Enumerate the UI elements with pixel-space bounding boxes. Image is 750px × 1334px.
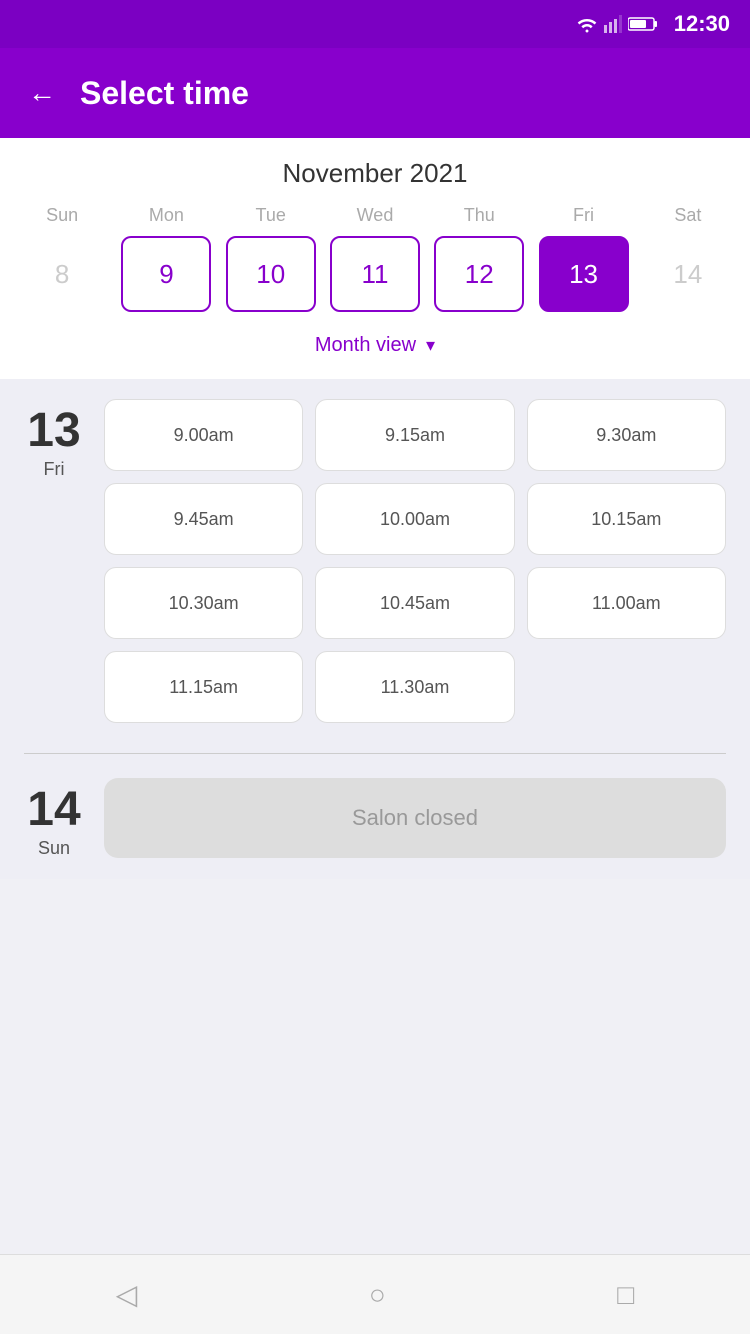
day-header-mon: Mon — [119, 205, 213, 226]
time-slot-1000[interactable]: 10.00am — [315, 483, 514, 555]
day-label-14: 14 Sun — [24, 778, 84, 859]
day-block-13: 13 Fri 9.00am 9.15am 9.30am 9.45am 10.00… — [24, 399, 726, 723]
day-cell-12[interactable]: 12 — [434, 236, 524, 312]
time-grid-13: 9.00am 9.15am 9.30am 9.45am 10.00am 10.1… — [104, 399, 726, 723]
nav-back-button[interactable]: ◁ — [116, 1278, 138, 1311]
day-header-thu: Thu — [432, 205, 526, 226]
day-name-14: Sun — [38, 838, 70, 859]
time-slot-1030[interactable]: 10.30am — [104, 567, 303, 639]
nav-home-button[interactable]: ○ — [369, 1279, 386, 1311]
day-block-14: 14 Sun Salon closed — [24, 778, 726, 859]
day-cell-13[interactable]: 13 — [539, 236, 629, 312]
time-slot-915[interactable]: 9.15am — [315, 399, 514, 471]
status-time: 12:30 — [674, 11, 730, 37]
day-header-wed: Wed — [328, 205, 422, 226]
day-header-sun: Sun — [15, 205, 109, 226]
day-header-tue: Tue — [224, 205, 318, 226]
nav-recent-button[interactable]: □ — [617, 1279, 634, 1311]
signal-icon — [604, 15, 622, 33]
calendar-section: November 2021 Sun Mon Tue Wed Thu Fri Sa… — [0, 138, 750, 379]
day-cell-14[interactable]: 14 — [643, 236, 733, 312]
day-name-13: Fri — [44, 459, 65, 480]
section-divider — [24, 753, 726, 754]
week-row: 8 9 10 11 12 13 14 — [10, 236, 740, 312]
app-header: ← Select time — [0, 48, 750, 138]
day-number-14: 14 — [27, 786, 80, 834]
day-headers-row: Sun Mon Tue Wed Thu Fri Sat — [10, 205, 740, 226]
day-cell-11[interactable]: 11 — [330, 236, 420, 312]
time-slot-1115[interactable]: 11.15am — [104, 651, 303, 723]
month-year-label: November 2021 — [10, 158, 740, 189]
time-slot-900[interactable]: 9.00am — [104, 399, 303, 471]
back-button[interactable]: ← — [28, 77, 56, 109]
time-slot-945[interactable]: 9.45am — [104, 483, 303, 555]
day-header-fri: Fri — [537, 205, 631, 226]
time-slot-1130[interactable]: 11.30am — [315, 651, 514, 723]
status-bar: 12:30 — [0, 0, 750, 48]
page-title: Select time — [80, 75, 249, 112]
day-cell-10[interactable]: 10 — [226, 236, 316, 312]
wifi-icon — [576, 15, 598, 33]
day-number-13: 13 — [27, 407, 80, 455]
bottom-nav: ◁ ○ □ — [0, 1254, 750, 1334]
month-view-label: Month view — [315, 334, 416, 357]
salon-closed-message: Salon closed — [104, 778, 726, 858]
month-view-toggle[interactable]: Month view ▾ — [10, 322, 740, 369]
time-slot-1100[interactable]: 11.00am — [527, 567, 726, 639]
day-cell-9[interactable]: 9 — [121, 236, 211, 312]
day-cell-8[interactable]: 8 — [17, 236, 107, 312]
timeslots-section: 13 Fri 9.00am 9.15am 9.30am 9.45am 10.00… — [0, 379, 750, 879]
day-label-13: 13 Fri — [24, 399, 84, 723]
battery-icon — [628, 16, 658, 32]
time-slot-1045[interactable]: 10.45am — [315, 567, 514, 639]
day-header-sat: Sat — [641, 205, 735, 226]
time-slot-1015[interactable]: 10.15am — [527, 483, 726, 555]
time-slot-930[interactable]: 9.30am — [527, 399, 726, 471]
status-icons — [576, 15, 658, 33]
chevron-down-icon: ▾ — [426, 335, 435, 356]
